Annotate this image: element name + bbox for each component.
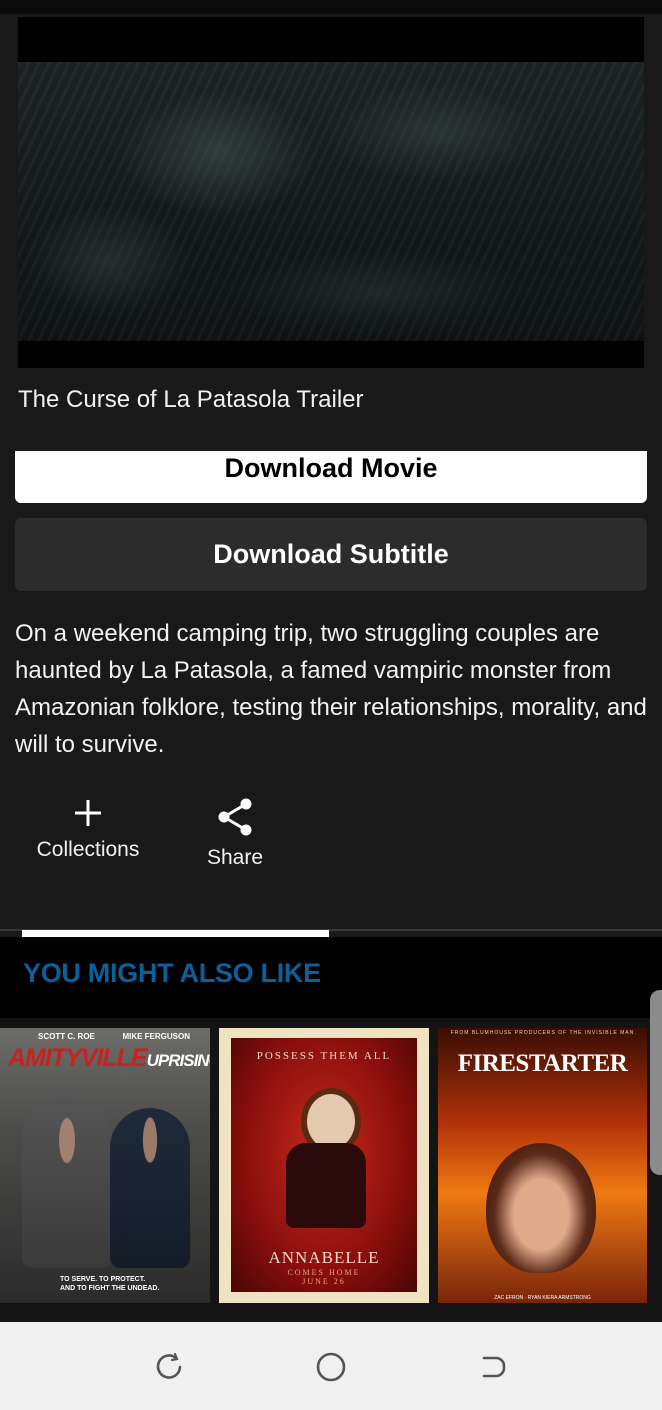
share-button[interactable]: Share: [203, 798, 267, 870]
poster-title: ANNABELLE: [268, 1248, 380, 1267]
back-icon[interactable]: [476, 1350, 510, 1384]
trailer-video-frame: [18, 62, 644, 341]
home-icon[interactable]: [314, 1350, 348, 1384]
poster-amityville-uprising[interactable]: SCOTT C. ROE MIKE FERGUSON AMITYVILLEUPR…: [0, 1028, 210, 1303]
collections-button[interactable]: Collections: [32, 798, 144, 862]
trailer-video-player[interactable]: [18, 17, 644, 368]
poster-title: FIRESTARTER: [457, 1050, 628, 1077]
download-subtitle-button[interactable]: Download Subtitle: [15, 518, 647, 591]
poster-doll-dress: [286, 1143, 366, 1228]
poster-subtitle: COMES HOME JUNE 26: [287, 1268, 361, 1286]
download-movie-button[interactable]: Download Movie: [15, 451, 647, 503]
trailer-title: The Curse of La Patasola Trailer: [18, 386, 364, 413]
plus-icon: [75, 800, 101, 826]
poster-tagline: POSSESS THEM ALL: [256, 1050, 392, 1062]
poster-title: AMITYVILLEUPRISING: [8, 1044, 210, 1072]
poster-annabelle-comes-home[interactable]: POSSESS THEM ALL ANNABELLE COMES HOME JU…: [219, 1028, 429, 1303]
share-label: Share: [206, 846, 264, 869]
recent-apps-icon[interactable]: [152, 1350, 186, 1384]
poster-figure: [110, 1108, 190, 1268]
poster-bottom-credit: ZAC EFRON · RYAN KIERA ARMSTRONG: [494, 1295, 591, 1301]
status-bar: [0, 0, 662, 14]
poster-figure: [22, 1098, 112, 1268]
poster-firestarter[interactable]: FROM BLUMHOUSE PRODUCERS OF THE INVISIBL…: [438, 1028, 647, 1303]
poster-face: [486, 1143, 596, 1273]
share-icon: [218, 798, 252, 836]
poster-actor-right: MIKE FERGUSON: [122, 1032, 190, 1041]
active-tab-indicator: [22, 930, 329, 937]
recommendations-carousel[interactable]: SCOTT C. ROE MIKE FERGUSON AMITYVILLEUPR…: [0, 1018, 662, 1322]
recommendations-heading: YOU MIGHT ALSO LIKE: [23, 958, 321, 988]
poster-tagline: TO SERVE. TO PROTECT. AND TO FIGHT THE U…: [60, 1276, 160, 1292]
poster-artwork: POSSESS THEM ALL ANNABELLE COMES HOME JU…: [231, 1038, 417, 1292]
movie-synopsis: On a weekend camping trip, two strugglin…: [15, 620, 647, 758]
collections-label: Collections: [36, 838, 140, 861]
scroll-handle[interactable]: [650, 990, 662, 1175]
poster-top-credit: FROM BLUMHOUSE PRODUCERS OF THE INVISIBL…: [450, 1030, 635, 1036]
poster-actor-left: SCOTT C. ROE: [38, 1032, 95, 1041]
